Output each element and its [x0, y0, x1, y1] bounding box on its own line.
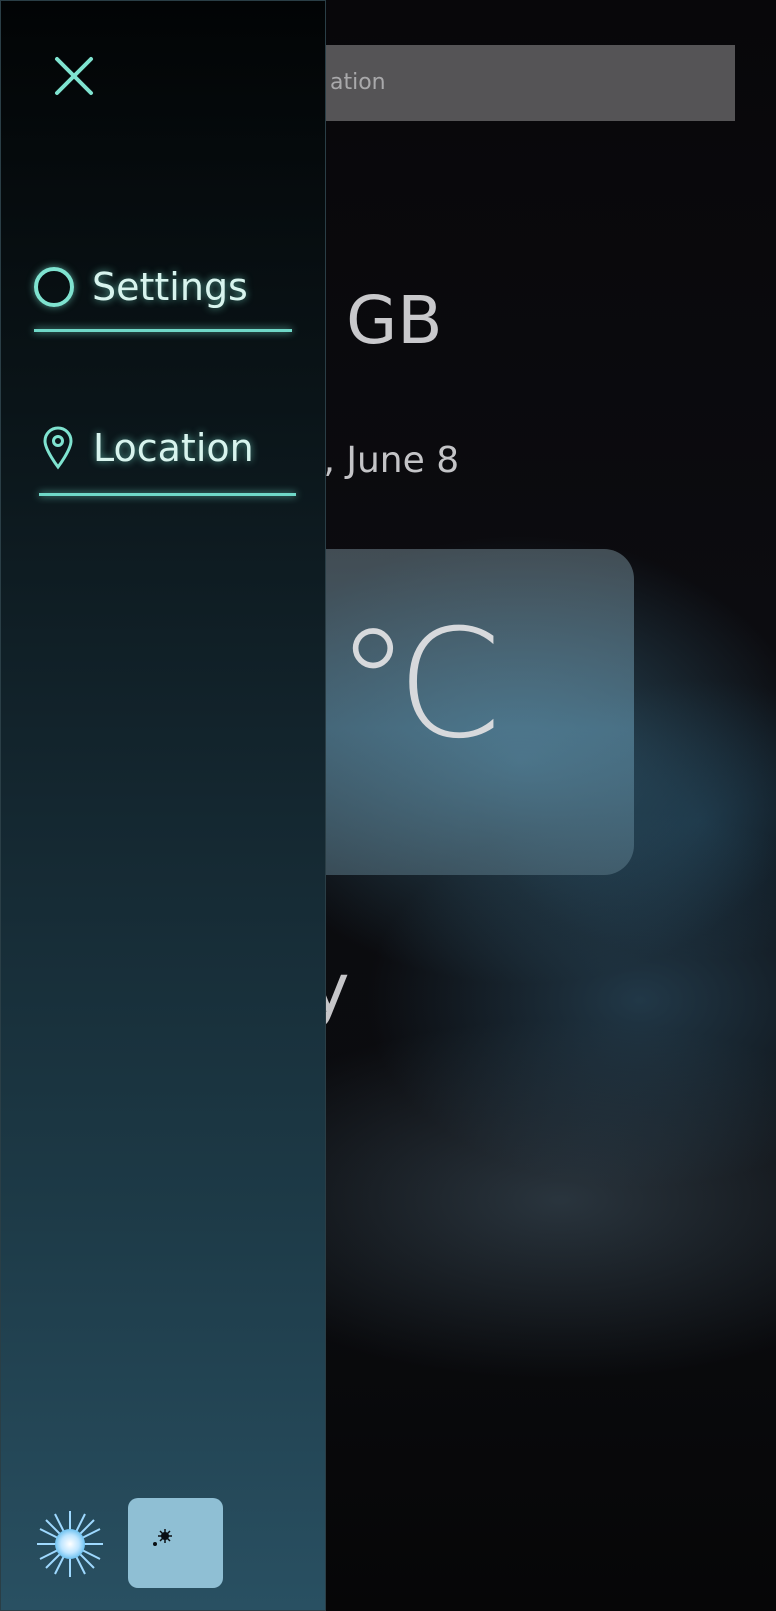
circle-icon	[34, 267, 74, 307]
dark-theme-button[interactable]	[128, 1498, 223, 1588]
sun-icon[interactable]	[35, 1509, 105, 1579]
menu-item-location-label: Location	[93, 426, 254, 470]
menu-item-settings[interactable]: Settings	[34, 265, 248, 309]
map-pin-icon	[41, 426, 75, 470]
search-input[interactable]: ation	[260, 45, 735, 121]
close-icon[interactable]	[51, 53, 97, 99]
moon-icon	[152, 1517, 205, 1569]
navigation-drawer: Settings Location	[0, 0, 326, 1611]
menu-item-settings-label: Settings	[92, 265, 248, 309]
menu-item-location[interactable]: Location	[41, 426, 254, 470]
settings-underline	[34, 329, 292, 332]
location-underline	[39, 493, 296, 496]
